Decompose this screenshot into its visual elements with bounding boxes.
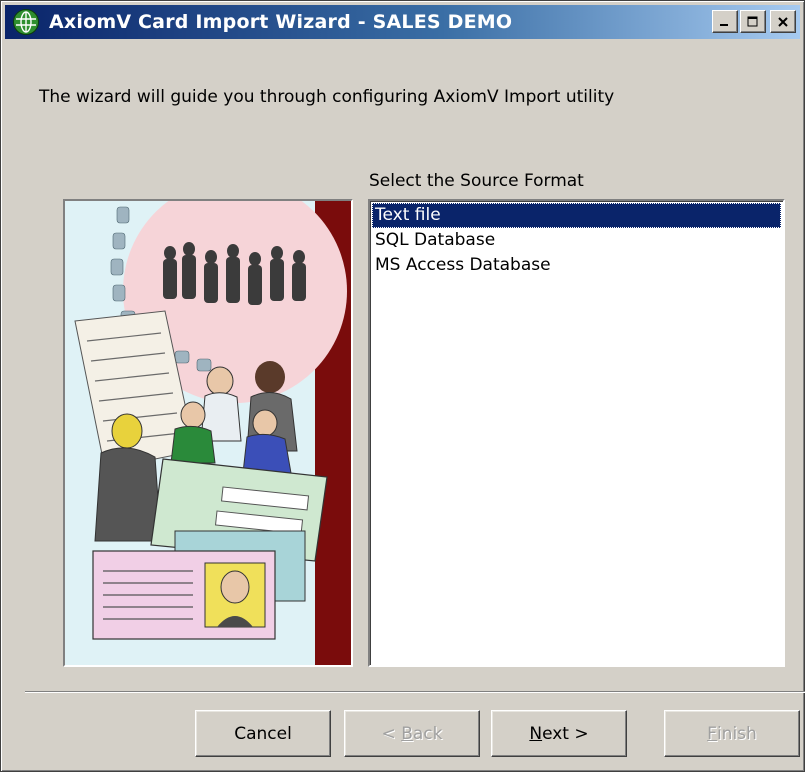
button-separator <box>25 691 805 693</box>
back-button-accel: B <box>401 723 413 744</box>
finish-button-rest: inish <box>716 723 757 744</box>
maximize-icon <box>747 16 758 26</box>
back-button[interactable]: < Back <box>344 710 480 757</box>
close-icon <box>778 16 788 27</box>
app-globe-icon[interactable] <box>13 9 39 35</box>
back-button-prefix: < <box>381 723 402 744</box>
source-format-listbox[interactable]: Text file SQL Database MS Access Databas… <box>368 199 785 667</box>
finish-button[interactable]: Finish <box>664 710 800 757</box>
list-item-sql-database[interactable]: SQL Database <box>372 228 781 253</box>
source-format-label: Select the Source Format <box>369 171 584 191</box>
close-button[interactable] <box>770 10 796 33</box>
back-button-rest: ack <box>412 723 443 744</box>
wizard-illustration <box>63 199 353 667</box>
list-item-text-file[interactable]: Text file <box>372 203 781 228</box>
window-title: AxiomV Card Import Wizard - SALES DEMO <box>49 11 513 33</box>
list-item-ms-access-database[interactable]: MS Access Database <box>372 253 781 278</box>
window-controls <box>712 10 796 33</box>
next-button-rest: ext > <box>542 723 589 744</box>
minimize-icon <box>720 23 728 26</box>
title-bar[interactable]: AxiomV Card Import Wizard - SALES DEMO <box>5 5 800 39</box>
next-button[interactable]: Next > <box>491 710 627 757</box>
next-button-accel: N <box>529 723 543 744</box>
intro-text: The wizard will guide you through config… <box>39 87 615 107</box>
cancel-button[interactable]: Cancel <box>195 710 331 757</box>
maximize-button[interactable] <box>740 10 766 33</box>
id-card-illustration-image <box>65 201 351 665</box>
wizard-window: AxiomV Card Import Wizard - SALES DEMO T… <box>0 0 805 772</box>
minimize-button[interactable] <box>712 10 738 33</box>
finish-button-accel: F <box>707 723 717 744</box>
